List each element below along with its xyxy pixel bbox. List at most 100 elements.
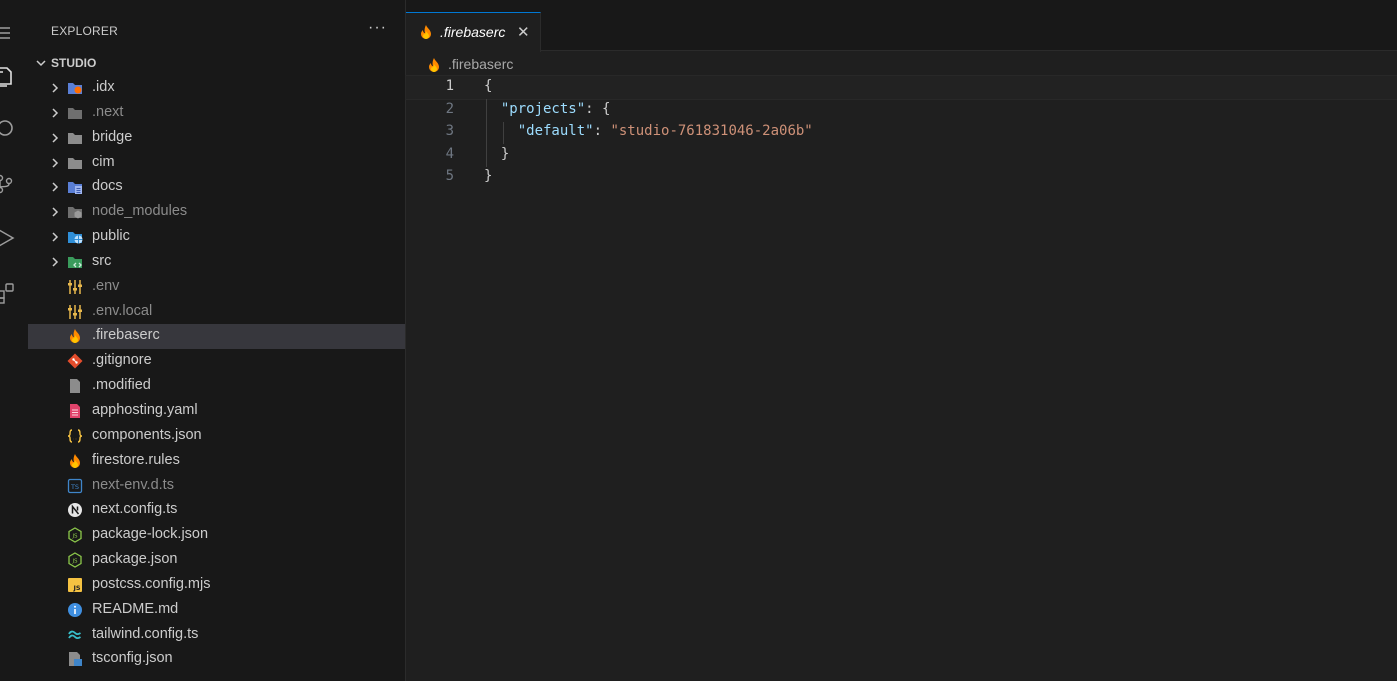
env-icon bbox=[68, 279, 82, 294]
code-editor[interactable]: 1 { 2 "projects": { 3 "default": "studio… bbox=[405, 75, 1397, 189]
tab-bar: .firebaserc ✕ bbox=[406, 0, 1397, 52]
tree-item-label: .env bbox=[92, 277, 120, 294]
chevron-right-icon bbox=[52, 257, 59, 267]
tree-item-docs[interactable]: docs bbox=[28, 175, 405, 200]
tree-item-cim[interactable]: cim bbox=[28, 151, 405, 176]
search-icon[interactable] bbox=[0, 118, 16, 140]
explorer-icon[interactable] bbox=[0, 65, 16, 87]
chevron-right-icon bbox=[52, 133, 59, 143]
chevron-right-icon bbox=[52, 207, 59, 217]
chevron-right-icon bbox=[52, 108, 59, 118]
tree-item-label: tsconfig.json bbox=[92, 650, 173, 667]
yaml-icon bbox=[70, 403, 80, 418]
code-text: } bbox=[484, 145, 510, 162]
tree-item-src[interactable]: src bbox=[28, 250, 405, 275]
source-control-icon[interactable] bbox=[0, 173, 16, 195]
tree-item-readme-md[interactable]: README.md bbox=[28, 598, 405, 623]
tree-item-label: .modified bbox=[92, 377, 151, 394]
chevron-down-icon bbox=[36, 60, 46, 67]
code-line: 3 "default": "studio-761831046-2a06b" bbox=[406, 121, 1397, 144]
tree-item-package-lock-json[interactable]: JS package-lock.json bbox=[28, 523, 405, 548]
tree-item-label: src bbox=[92, 252, 112, 269]
activity-bar bbox=[0, 0, 28, 681]
tree-item-label: node_modules bbox=[92, 203, 188, 220]
indent-guide bbox=[486, 99, 487, 167]
firebase-icon bbox=[429, 58, 439, 72]
chevron-right-icon bbox=[52, 158, 59, 168]
folder-icon bbox=[68, 107, 82, 119]
typescript-def-icon: TS bbox=[67, 478, 83, 493]
tree-item-label: .gitignore bbox=[92, 352, 152, 369]
tree-item-components-json[interactable]: components.json bbox=[28, 424, 405, 449]
file-icon bbox=[70, 379, 80, 394]
tree-item-label: README.md bbox=[92, 600, 179, 617]
menu-icon[interactable] bbox=[0, 22, 16, 44]
tree-item-modified[interactable]: .modified bbox=[28, 374, 405, 399]
firebase-icon bbox=[70, 453, 80, 468]
svg-text:JS: JS bbox=[71, 559, 78, 565]
tree-item-package-json[interactable]: JS package.json bbox=[28, 548, 405, 573]
tree-item-label: components.json bbox=[92, 426, 202, 443]
tree-item-env[interactable]: .env bbox=[28, 275, 405, 300]
tree-item-label: public bbox=[92, 228, 130, 245]
env-icon bbox=[68, 304, 82, 319]
tree-item-apphosting-yaml[interactable]: apphosting.yaml bbox=[28, 399, 405, 424]
svg-text:JS: JS bbox=[72, 584, 80, 592]
tree-item-next-env-d-ts[interactable]: TS next-env.d.ts bbox=[28, 474, 405, 499]
firebase-icon bbox=[421, 25, 431, 39]
tree-item-firestore-rules[interactable]: firestore.rules bbox=[28, 449, 405, 474]
workspace-root-label: STUDIO bbox=[51, 56, 97, 70]
code-text: } bbox=[484, 168, 493, 184]
line-number: 4 bbox=[445, 145, 454, 162]
tree-item-idx[interactable]: .idx bbox=[28, 76, 405, 101]
tree-item-tailwind-config-ts[interactable]: tailwind.config.ts bbox=[28, 623, 405, 648]
close-icon[interactable]: ✕ bbox=[517, 23, 530, 41]
run-debug-icon[interactable] bbox=[0, 227, 16, 249]
javascript-icon: JS bbox=[68, 577, 82, 592]
workspace-root[interactable]: STUDIO bbox=[28, 53, 405, 75]
tree-item-label: package-lock.json bbox=[92, 526, 209, 543]
tree-item-next[interactable]: .next bbox=[28, 101, 405, 126]
more-actions-button[interactable]: ··· bbox=[368, 19, 387, 37]
tree-item-node-modules[interactable]: node_modules bbox=[28, 200, 405, 225]
tree-item-firebaserc[interactable]: .firebaserc bbox=[28, 324, 405, 350]
tsconfig-icon bbox=[69, 652, 82, 667]
tree-item-next-config-ts[interactable]: next.config.ts bbox=[28, 498, 405, 523]
tree-item-label: firestore.rules bbox=[92, 451, 180, 468]
chevron-right-icon bbox=[52, 83, 59, 93]
chevron-right-icon bbox=[52, 182, 59, 192]
tree-item-tsconfig-json[interactable]: tsconfig.json bbox=[28, 647, 405, 672]
tailwind-icon bbox=[68, 630, 81, 639]
src-folder-icon bbox=[68, 256, 82, 268]
tree-item-public[interactable]: public bbox=[28, 225, 405, 250]
tree-item-label: next-env.d.ts bbox=[92, 476, 174, 493]
code-text: "projects": { bbox=[500, 100, 611, 117]
code-text: { bbox=[484, 78, 493, 94]
tree-item-postcss-config-mjs[interactable]: JS postcss.config.mjs bbox=[28, 573, 405, 598]
code-line: 2 "projects": { bbox=[406, 99, 1397, 122]
file-tree: .idx .next bridge cim docs node_modules bbox=[28, 76, 405, 672]
indent-guide bbox=[503, 122, 504, 144]
node-modules-folder-icon bbox=[68, 207, 82, 219]
tree-item-gitignore[interactable]: .gitignore bbox=[28, 349, 405, 374]
line-number: 3 bbox=[445, 123, 454, 139]
explorer-panel: EXPLORER ··· STUDIO .idx .next bridge ci… bbox=[28, 0, 406, 681]
tree-item-bridge[interactable]: bridge bbox=[28, 126, 405, 151]
tree-item-env-local[interactable]: .env.local bbox=[28, 300, 405, 325]
svg-text:JS: JS bbox=[71, 534, 78, 540]
idx-folder-icon bbox=[68, 83, 82, 94]
line-number: 2 bbox=[445, 100, 454, 117]
nextjs-icon bbox=[68, 503, 82, 518]
tree-item-label: postcss.config.mjs bbox=[92, 575, 211, 592]
tab-firebaserc[interactable]: .firebaserc ✕ bbox=[406, 12, 541, 52]
chevron-right-icon bbox=[52, 232, 59, 242]
code-text: "default": "studio-761831046-2a06b" bbox=[517, 123, 813, 139]
tree-item-label: next.config.ts bbox=[92, 501, 178, 518]
docs-folder-icon bbox=[68, 182, 82, 195]
nodejs-icon: JS bbox=[68, 552, 82, 568]
explorer-title: EXPLORER bbox=[51, 24, 118, 38]
line-number: 5 bbox=[445, 168, 454, 184]
extensions-icon[interactable] bbox=[0, 282, 16, 304]
tree-item-label: .idx bbox=[92, 79, 115, 95]
tree-item-label: package.json bbox=[92, 551, 178, 568]
